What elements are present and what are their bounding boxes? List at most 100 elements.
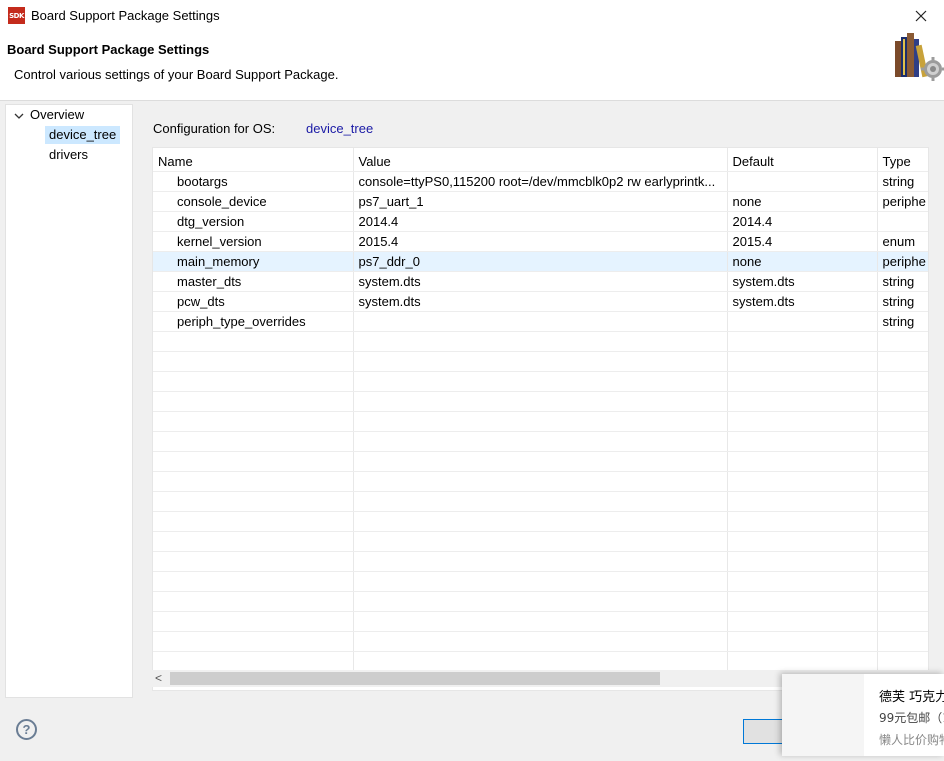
table-header: Name Value Default Type	[153, 148, 928, 172]
table-row[interactable]	[153, 331, 928, 352]
table-cell-name: master_dts	[153, 271, 354, 292]
table-cell-type	[877, 351, 928, 372]
table-row[interactable]	[153, 491, 928, 512]
close-icon	[915, 10, 927, 21]
column-header-default[interactable]: Default	[727, 148, 878, 172]
table-cell-value[interactable]	[353, 311, 728, 332]
scroll-left-arrow[interactable]: <	[155, 671, 162, 685]
table-cell-value[interactable]	[353, 391, 728, 412]
table-cell-default	[727, 431, 878, 452]
close-window-button[interactable]	[898, 0, 944, 31]
table-cell-value[interactable]: 2015.4	[353, 231, 728, 252]
table-row[interactable]	[153, 471, 928, 492]
table-cell-value[interactable]	[353, 531, 728, 552]
table-row[interactable]	[153, 351, 928, 372]
table-cell-value[interactable]: ps7_ddr_0	[353, 251, 728, 272]
table-cell-value[interactable]	[353, 431, 728, 452]
bsp-banner-icon	[895, 33, 944, 81]
table-cell-value[interactable]	[353, 371, 728, 392]
help-button[interactable]: ?	[16, 719, 37, 740]
table-cell-type	[877, 551, 928, 572]
table-row[interactable]: periph_type_overrides string	[153, 311, 928, 332]
table-cell-value[interactable]	[353, 651, 728, 672]
table-row[interactable]: console_device ps7_uart_1 none periphe	[153, 191, 928, 212]
table-row[interactable]	[153, 451, 928, 472]
table-row[interactable]	[153, 611, 928, 632]
column-header-type[interactable]: Type	[877, 148, 928, 172]
table-row[interactable]: main_memory ps7_ddr_0 none periphe	[153, 251, 928, 272]
chevron-down-icon[interactable]	[13, 110, 25, 122]
table-row[interactable]	[153, 511, 928, 532]
column-header-name[interactable]: Name	[153, 148, 354, 172]
table-cell-default	[727, 371, 878, 392]
table-cell-name: periph_type_overrides	[153, 311, 354, 332]
tree-item-device-tree[interactable]: device_tree	[45, 126, 121, 144]
table-cell-default: none	[727, 251, 878, 272]
table-cell-value[interactable]	[353, 491, 728, 512]
table-row[interactable]	[153, 431, 928, 452]
table-cell-value[interactable]: ps7_uart_1	[353, 191, 728, 212]
table-cell-default	[727, 651, 878, 672]
table-cell-value[interactable]	[353, 611, 728, 632]
table-cell-value[interactable]	[353, 451, 728, 472]
table-cell-value[interactable]: console=ttyPS0,115200 root=/dev/mmcblk0p…	[353, 171, 728, 192]
table-cell-type: enum	[877, 231, 928, 252]
table-cell-default: system.dts	[727, 271, 878, 292]
table-row[interactable]	[153, 651, 928, 672]
table-cell-name: bootargs	[153, 171, 354, 192]
table-cell-value[interactable]	[353, 411, 728, 432]
table-cell-default	[727, 511, 878, 532]
window-title: Board Support Package Settings	[31, 8, 220, 23]
table-cell-name: pcw_dts	[153, 291, 354, 312]
table-row[interactable]	[153, 411, 928, 432]
table-row[interactable]	[153, 591, 928, 612]
tree-item-overview[interactable]: Overview	[30, 106, 84, 124]
table-cell-value[interactable]	[353, 471, 728, 492]
table-cell-value[interactable]	[353, 631, 728, 652]
scrollbar-thumb[interactable]	[170, 672, 660, 685]
table-cell-default	[727, 631, 878, 652]
table-cell-value[interactable]	[353, 351, 728, 372]
table-row[interactable]: bootargs console=ttyPS0,115200 root=/dev/…	[153, 171, 928, 192]
notification-popup[interactable]: 德芙 巧克力 99元包邮（1 懒人比价购物	[782, 674, 944, 756]
table-row[interactable]	[153, 391, 928, 412]
notification-title: 德芙 巧克力	[879, 690, 944, 705]
table-body: bootargs console=ttyPS0,115200 root=/dev/…	[153, 171, 928, 672]
table-cell-default	[727, 611, 878, 632]
table-cell-value[interactable]	[353, 511, 728, 532]
table-cell-value[interactable]	[353, 571, 728, 592]
table-row[interactable]: kernel_version 2015.4 2015.4 enum	[153, 231, 928, 252]
help-icon: ?	[22, 722, 31, 737]
table-cell-name	[153, 371, 354, 392]
table-cell-default	[727, 351, 878, 372]
table-cell-type: string	[877, 271, 928, 292]
table-cell-value[interactable]	[353, 591, 728, 612]
notification-line-2: 懒人比价购物	[879, 733, 944, 747]
table-cell-value[interactable]	[353, 551, 728, 572]
table-cell-name	[153, 451, 354, 472]
table-cell-type	[877, 391, 928, 412]
table-cell-type	[877, 571, 928, 592]
title-bar: SDK Board Support Package Settings	[0, 0, 944, 31]
table-cell-name	[153, 591, 354, 612]
table-row[interactable]: master_dts system.dts system.dts string	[153, 271, 928, 292]
table-row[interactable]: pcw_dts system.dts system.dts string	[153, 291, 928, 312]
table-cell-value[interactable]: system.dts	[353, 291, 728, 312]
table-cell-default	[727, 451, 878, 472]
table-cell-value[interactable]: 2014.4	[353, 211, 728, 232]
table-cell-name	[153, 651, 354, 672]
table-row[interactable]	[153, 371, 928, 392]
column-header-value[interactable]: Value	[353, 148, 728, 172]
table-cell-name: kernel_version	[153, 231, 354, 252]
table-cell-value[interactable]	[353, 331, 728, 352]
table-cell-value[interactable]: system.dts	[353, 271, 728, 292]
table-cell-type: string	[877, 291, 928, 312]
tree-item-drivers[interactable]: drivers	[49, 146, 88, 164]
table-cell-name: console_device	[153, 191, 354, 212]
table-row[interactable]	[153, 531, 928, 552]
table-row[interactable]	[153, 571, 928, 592]
table-row[interactable]	[153, 631, 928, 652]
table-row[interactable]: dtg_version 2014.4 2014.4	[153, 211, 928, 232]
settings-content: Configuration for OS: device_tree Name V…	[137, 104, 944, 698]
table-row[interactable]	[153, 551, 928, 572]
